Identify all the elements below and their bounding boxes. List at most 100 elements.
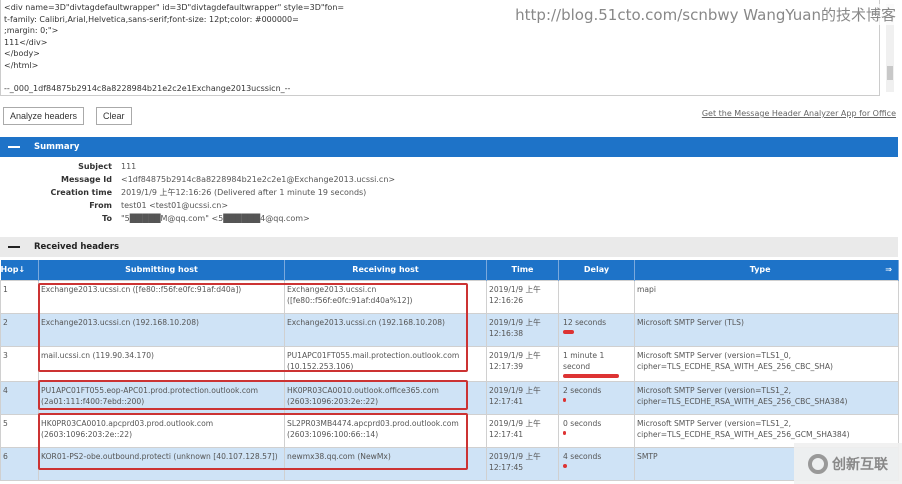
cell-type: mapi [634,279,899,314]
summary-row: Message Id <1df84875b2914c8a8228984b21e2c… [0,173,898,186]
cell-hop: 2 [0,312,39,347]
summary-label: To [102,214,112,223]
summary-value: 2019/1/9 上午12:16:26 (Delivered after 1 m… [121,188,367,197]
hop-text: 6 [3,451,8,461]
received-headers-toggle[interactable]: Received headers [0,237,898,257]
delay-text: 1 minute 1 second [563,350,605,371]
column-label: Time [511,265,534,275]
summary-title: Summary [34,142,80,152]
summary-value: "5█████M@qq.com" <5██████4@qq.com> [121,214,310,223]
type-text: Microsoft SMTP Server (version=TLS1_2, c… [637,385,848,406]
summary-label: Creation time [50,188,112,197]
summary-row: From test01 <test01@ucssi.cn> [0,199,898,212]
cell-time: 2019/1/9 上午 12:16:26 [486,279,559,314]
delay-text: 12 seconds [563,317,607,327]
highlight-box [38,380,468,410]
delay-bar [563,373,619,378]
type-text: Microsoft SMTP Server (version=TLS1_2, c… [637,418,850,439]
column-header[interactable]: Receiving host [284,260,487,280]
column-header[interactable]: Hop↓ [0,260,39,280]
received-headers-title: Received headers [34,242,120,252]
logo-icon [808,453,828,474]
summary-row: To "5█████M@qq.com" <5██████4@qq.com> [0,212,898,225]
highlight-box [38,283,468,372]
cell-time: 2019/1/9 上午 12:17:45 [486,446,559,481]
time-text: 2019/1/9 上午 12:17:41 [489,385,541,406]
delay-text: 0 seconds [563,418,602,428]
time-text: 2019/1/9 上午 12:17:39 [489,350,541,371]
cell-type: Microsoft SMTP Server (TLS) [634,312,899,347]
collapse-icon [8,146,20,148]
delay-bar [563,430,566,435]
raw-header-line: ;margin: 0;"> [4,26,59,35]
cell-time: 2019/1/9 上午 12:17:39 [486,345,559,382]
raw-header-line: 111</div> [4,37,48,47]
hop-text: 3 [3,350,8,360]
hop-text: 2 [3,317,8,327]
hop-text: 4 [3,385,8,395]
cell-delay: 1 minute 1 second [558,345,635,382]
highlight-box [38,413,468,470]
arrow-right-icon[interactable]: ⇒ [885,265,892,274]
cell-delay: 0 seconds [558,413,635,448]
column-label: Type [749,265,771,275]
get-app-link[interactable]: Get the Message Header Analyzer App for … [640,109,896,118]
cell-type: Microsoft SMTP Server (version=TLS1_2, c… [634,380,899,415]
cell-time: 2019/1/9 上午 12:17:41 [486,380,559,415]
type-text: Microsoft SMTP Server (version=TLS1_0, c… [637,350,834,371]
cell-delay: 2 seconds [558,380,635,415]
raw-header-line: --_000_1df84875b2914c8a8228984b21e2c2e1E… [4,83,291,93]
blog-watermark: http://blog.51cto.com/scnbwy WangYuan的技术… [440,4,896,25]
raw-header-line: </html> [4,60,39,70]
type-text: Microsoft SMTP Server (TLS) [637,317,744,327]
column-label: Delay [583,265,610,275]
type-text: mapi [637,284,656,294]
time-text: 2019/1/9 上午 12:16:38 [489,317,541,338]
summary-value: 111 [121,162,137,171]
summary-value: <1df84875b2914c8a8228984b21e2c2e1@Exchan… [121,175,396,184]
delay-bar [563,397,566,402]
analyze-headers-button[interactable]: Analyze headers [3,107,85,125]
column-header[interactable]: Delay [558,260,635,280]
summary-label: From [89,201,112,210]
time-text: 2019/1/9 上午 12:17:45 [489,451,541,472]
summary-row: Subject 111 [0,160,898,173]
raw-header-line: </body> [4,49,40,58]
delay-bar [563,463,567,468]
time-text: 2019/1/9 上午 12:16:26 [489,284,541,305]
column-label: Receiving host [352,265,419,275]
summary-row: Creation time 2019/1/9 上午12:16:26 (Delive… [0,186,898,199]
summary-value: test01 <test01@ucssi.cn> [121,201,229,210]
raw-header-line [4,71,876,83]
cell-time: 2019/1/9 上午 12:17:41 [486,413,559,448]
delay-text: 4 seconds [563,451,602,461]
cell-hop: 5 [0,413,39,448]
cell-delay [558,279,635,314]
summary-section-toggle[interactable]: Summary [0,137,898,157]
logo-text: 创新互联 [832,456,888,473]
cell-hop: 1 [0,279,39,314]
cell-hop: 6 [0,446,39,481]
cell-hop: 4 [0,380,39,415]
summary-label: Subject [78,162,112,171]
delay-text: 2 seconds [563,385,602,395]
time-text: 2019/1/9 上午 12:17:41 [489,418,541,439]
cell-time: 2019/1/9 上午 12:16:38 [486,312,559,347]
column-header[interactable]: Type ⇒ [634,260,899,280]
site-logo: 创新互联 [794,443,902,484]
delay-bar [563,329,575,334]
type-text: SMTP [637,451,658,461]
hop-text: 5 [3,418,8,428]
column-header[interactable]: Time [486,260,559,280]
clear-button[interactable]: Clear [96,107,132,125]
column-label: Hop↓ [0,265,26,275]
hop-text: 1 [3,284,8,294]
summary-label: Message Id [61,175,112,184]
cell-hop: 3 [0,345,39,382]
column-label: Submitting host [125,265,198,275]
cell-delay: 12 seconds [558,312,635,347]
cell-delay: 4 seconds [558,446,635,481]
column-header[interactable]: Submitting host [38,260,285,280]
cell-type: Microsoft SMTP Server (version=TLS1_0, c… [634,345,899,382]
collapse-icon [8,246,20,248]
